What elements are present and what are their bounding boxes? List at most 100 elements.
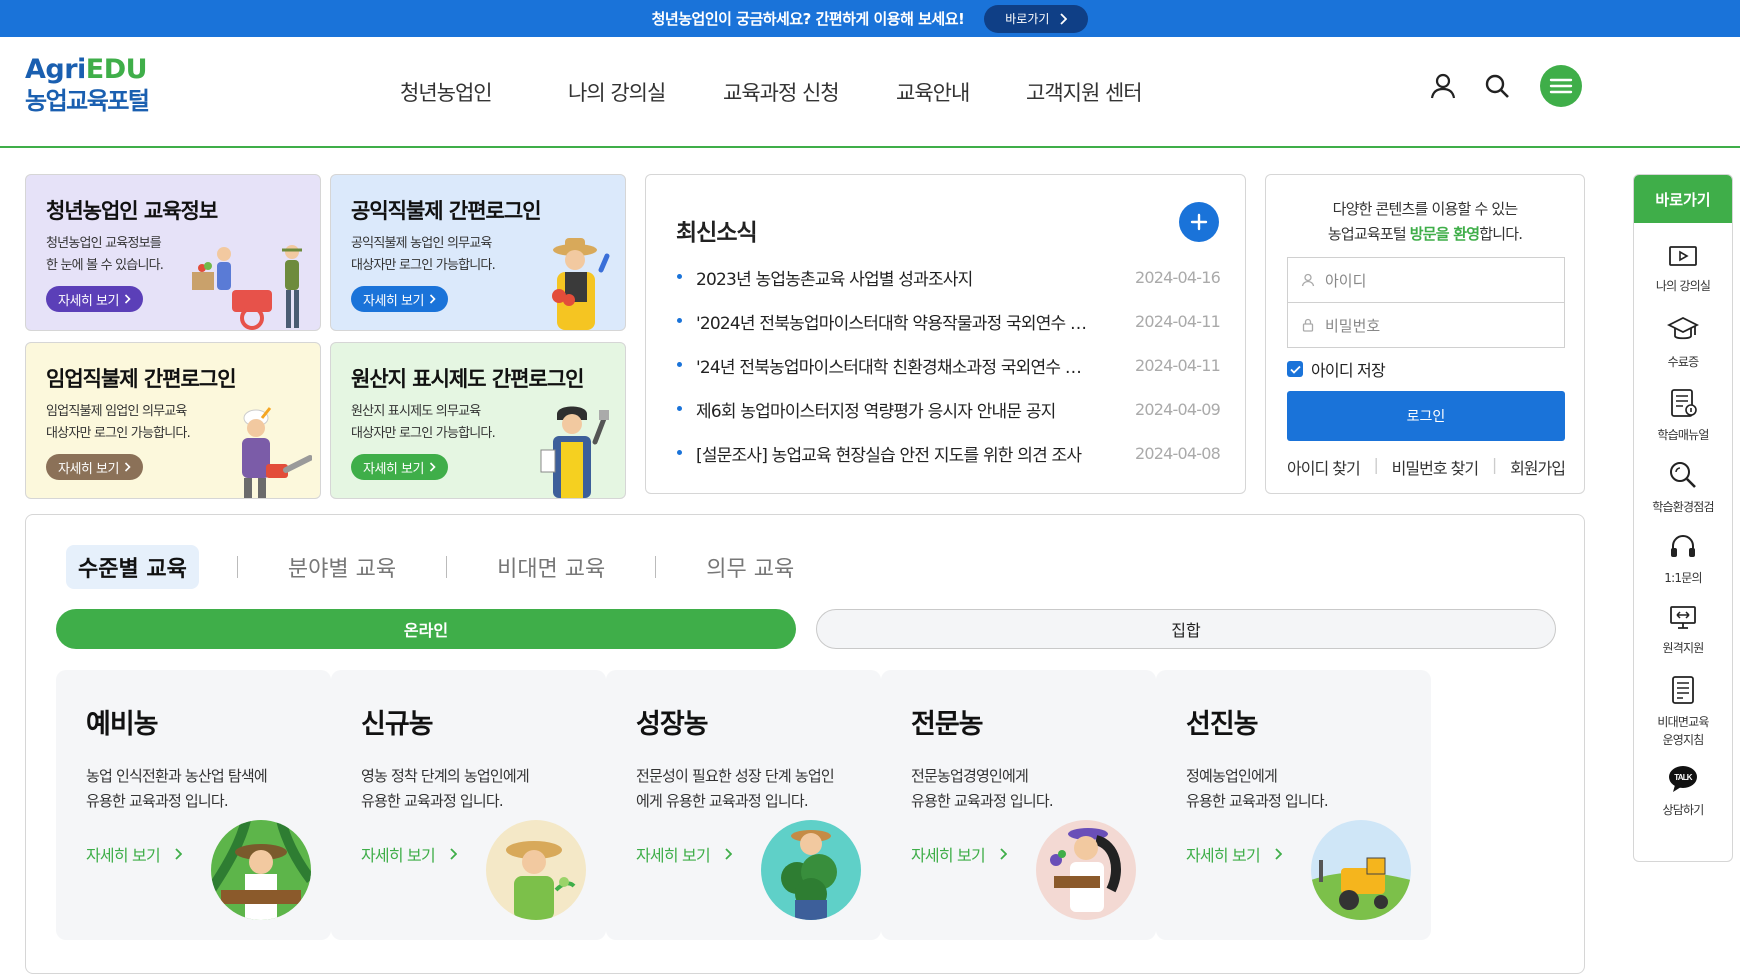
level-card-growing[interactable]: 성장농 전문성이 필요한 성장 단계 농업인 에게 유용한 교육과정 입니다. …	[606, 670, 881, 940]
quick-item-remote-support[interactable]: 원격지원	[1634, 605, 1732, 657]
tab-level-education[interactable]: 수준별 교육	[66, 545, 199, 589]
latest-news-title: 최신소식	[676, 220, 758, 246]
chevron-right-icon	[1275, 848, 1282, 860]
quick-item-environment-check[interactable]: 학습환경점검	[1634, 460, 1732, 516]
logo-subtitle: 농업교육포털	[25, 87, 150, 115]
tab-divider	[655, 556, 657, 578]
news-list: 2023년 농업농촌교육 사업별 성과조사지 2024-04-16 '2024년 …	[676, 255, 1221, 475]
new-farmer-avatar	[486, 820, 586, 920]
nav-item-young-farmer[interactable]: 청년농업인	[400, 77, 568, 107]
quick-card-public-direct-payment-login[interactable]: 공익직불제 간편로그인 공익직불제 농업인 의무교육 대상자만 로그인 가능합니…	[330, 174, 626, 331]
quick-card-more-button[interactable]: 자세히 보기	[46, 286, 143, 312]
news-item[interactable]: '2024년 전북농업마이스터대학 약용작물과정 국외연수 교육생 모집 2024…	[676, 299, 1221, 343]
search-icon[interactable]	[1482, 71, 1512, 101]
signup-link[interactable]: 회원가입	[1510, 455, 1566, 479]
chevron-right-icon	[1060, 12, 1068, 25]
announcement-text: 청년농업인이 궁금하세요? 간편하게 이용해 보세요!	[651, 10, 965, 28]
level-card-more-link[interactable]: 자세히 보기	[636, 842, 732, 866]
nav-item-edu-guide[interactable]: 교육안내	[896, 77, 1026, 107]
play-screen-icon	[1669, 246, 1697, 266]
quick-item-certificate[interactable]: 수료증	[1634, 315, 1732, 371]
remote-monitor-icon	[1670, 606, 1696, 629]
news-item[interactable]: 2023년 농업농촌교육 사업별 성과조사지 2024-04-16	[676, 255, 1221, 299]
login-links: 아이디 찾기 | 비밀번호 찾기 | 회원가입	[1287, 455, 1566, 479]
quick-item-consult[interactable]: TALK 상담하기	[1634, 765, 1732, 819]
tab-divider	[236, 556, 238, 578]
news-item-title[interactable]: '24년 전북농업마이스터대학 친환경채소과정 국외연수 교육생 모집	[676, 353, 1091, 378]
level-card-more-link[interactable]: 자세히 보기	[361, 842, 457, 866]
site-header: AgriEDU 농업교육포털 청년농업인 나의 강의실 교육과정 신청 교육안내…	[0, 37, 1740, 148]
quick-card-more-button[interactable]: 자세히 보기	[351, 454, 448, 480]
user-icon[interactable]	[1428, 71, 1458, 101]
mode-offline-toggle[interactable]: 집합	[816, 609, 1556, 649]
level-card-professional[interactable]: 전문농 전문농업경영인에게 유용한 교육과정 입니다. 자세히 보기	[881, 670, 1156, 940]
level-card-more-link[interactable]: 자세히 보기	[911, 842, 1007, 866]
tab-mandatory-education[interactable]: 의무 교육	[694, 545, 806, 589]
announcement-go-button[interactable]: 바로가기	[984, 4, 1089, 33]
login-button[interactable]: 로그인	[1287, 391, 1565, 441]
svg-text:TALK: TALK	[1674, 773, 1693, 782]
latest-news-panel: 최신소식 2023년 농업농촌교육 사업별 성과조사지 2024-04-16 '2…	[645, 174, 1246, 494]
news-item-date: 2024-04-11	[1135, 355, 1221, 375]
nav-item-customer-center[interactable]: 고객지원 센터	[1026, 77, 1143, 107]
password-input-placeholder: 비밀번호	[1325, 316, 1381, 335]
password-input[interactable]: 비밀번호	[1287, 302, 1565, 348]
level-card-desc: 농업 인식전환과 농산업 탐색에 유용한 교육과정 입니다.	[86, 767, 268, 810]
save-id-label: 아이디 저장	[1311, 361, 1386, 380]
quick-item-one-on-one-inquiry[interactable]: 1:1문의	[1634, 533, 1732, 587]
quick-card-title: 임업직불제 간편로그인	[46, 367, 237, 391]
quick-item-remote-edu-guidelines[interactable]: 비대면교육 운영지침	[1634, 675, 1732, 749]
mode-online-toggle[interactable]: 온라인	[56, 609, 796, 649]
news-item[interactable]: [설문조사] 농업교육 현장실습 안전 지도를 위한 의견 조사 2024-04-…	[676, 431, 1221, 475]
level-card-advanced[interactable]: 선진농 정예농업인에게 유용한 교육과정 입니다. 자세히 보기	[1156, 670, 1431, 940]
level-card-new[interactable]: 신규농 영농 정착 단계의 농업인에게 유용한 교육과정 입니다. 자세히 보기	[331, 670, 606, 940]
nav-item-course-apply[interactable]: 교육과정 신청	[723, 77, 896, 107]
save-id-checkbox[interactable]: 아이디 저장	[1287, 357, 1386, 381]
main-navigation: 청년농업인 나의 강의실 교육과정 신청 교육안내 고객지원 센터	[400, 77, 1143, 107]
education-section: 수준별 교육 분야별 교육 비대면 교육 의무 교육 온라인 집합 예비농 농업…	[25, 514, 1585, 974]
document-icon	[1672, 676, 1694, 704]
news-item-title[interactable]: '2024년 전북농업마이스터대학 약용작물과정 국외연수 교육생 모집	[676, 309, 1091, 334]
professional-farmer-avatar	[1036, 820, 1136, 920]
nav-item-my-classroom[interactable]: 나의 강의실	[568, 77, 723, 107]
quick-card-young-farmer-info[interactable]: 청년농업인 교육정보 청년농업인 교육정보를 한 눈에 볼 수 있습니다. 자세…	[25, 174, 321, 331]
level-card-title: 선진농	[1186, 709, 1259, 740]
farmers-harvest-illustration	[192, 245, 302, 330]
news-item-title[interactable]: [설문조사] 농업교육 현장실습 안전 지도를 위한 의견 조사	[676, 441, 1091, 466]
id-input-placeholder: 아이디	[1325, 271, 1367, 290]
find-id-link[interactable]: 아이디 찾기	[1287, 455, 1361, 479]
quick-card-more-button[interactable]: 자세히 보기	[46, 454, 143, 480]
quick-item-my-classroom[interactable]: 나의 강의실	[1634, 245, 1732, 295]
level-card-more-link[interactable]: 자세히 보기	[86, 842, 182, 866]
level-card-more-link[interactable]: 자세히 보기	[1186, 842, 1282, 866]
find-password-link[interactable]: 비밀번호 찾기	[1392, 455, 1479, 479]
chevron-right-icon	[725, 848, 732, 860]
chevron-right-icon	[124, 462, 131, 472]
level-card-prospective[interactable]: 예비농 농업 인식전환과 농산업 탐색에 유용한 교육과정 입니다. 자세히 보…	[56, 670, 331, 940]
magnifier-icon	[1670, 462, 1696, 488]
farmer-with-apples-illustration	[552, 238, 610, 330]
quick-card-title: 공익직불제 간편로그인	[351, 199, 542, 223]
news-item-title[interactable]: 2023년 농업농촌교육 사업별 성과조사지	[676, 265, 1091, 290]
news-item-title[interactable]: 제6회 농업마이스터지정 역량평가 응시자 안내문 공지	[676, 397, 1091, 422]
site-logo[interactable]: AgriEDU 농업교육포털	[25, 55, 150, 117]
plus-icon[interactable]	[1179, 202, 1219, 242]
news-item-date: 2024-04-09	[1135, 399, 1221, 419]
quick-item-learning-manual[interactable]: 학습매뉴얼	[1634, 388, 1732, 444]
quick-card-forestry-direct-payment-login[interactable]: 임업직불제 간편로그인 임업직불제 임업인 의무교육 대상자만 로그인 가능합니…	[25, 342, 321, 499]
level-card-desc: 전문농업경영인에게 유용한 교육과정 입니다.	[911, 767, 1054, 810]
forester-chainsaw-illustration	[242, 407, 312, 498]
quick-card-more-button[interactable]: 자세히 보기	[351, 286, 448, 312]
quick-menu-title: 바로가기	[1634, 175, 1732, 223]
tab-remote-education[interactable]: 비대면 교육	[485, 545, 617, 589]
quick-menu: 바로가기 나의 강의실 수료증 학습매뉴얼 학습환경점검 1:1문의 원격지원 …	[1633, 174, 1733, 862]
user-icon	[1301, 273, 1315, 287]
quick-card-origin-labeling-login[interactable]: 원산지 표시제도 간편로그인 원산지 표시제도 의무교육 대상자만 로그인 가능…	[330, 342, 626, 499]
news-item[interactable]: 제6회 농업마이스터지정 역량평가 응시자 안내문 공지 2024-04-09	[676, 387, 1221, 431]
prospective-farmer-avatar	[211, 820, 311, 920]
level-card-title: 예비농	[86, 709, 159, 740]
id-input[interactable]: 아이디	[1287, 257, 1565, 303]
news-item[interactable]: '24년 전북농업마이스터대학 친환경채소과정 국외연수 교육생 모집 2024-…	[676, 343, 1221, 387]
menu-icon[interactable]	[1540, 65, 1582, 107]
tab-field-education[interactable]: 분야별 교육	[276, 545, 408, 589]
